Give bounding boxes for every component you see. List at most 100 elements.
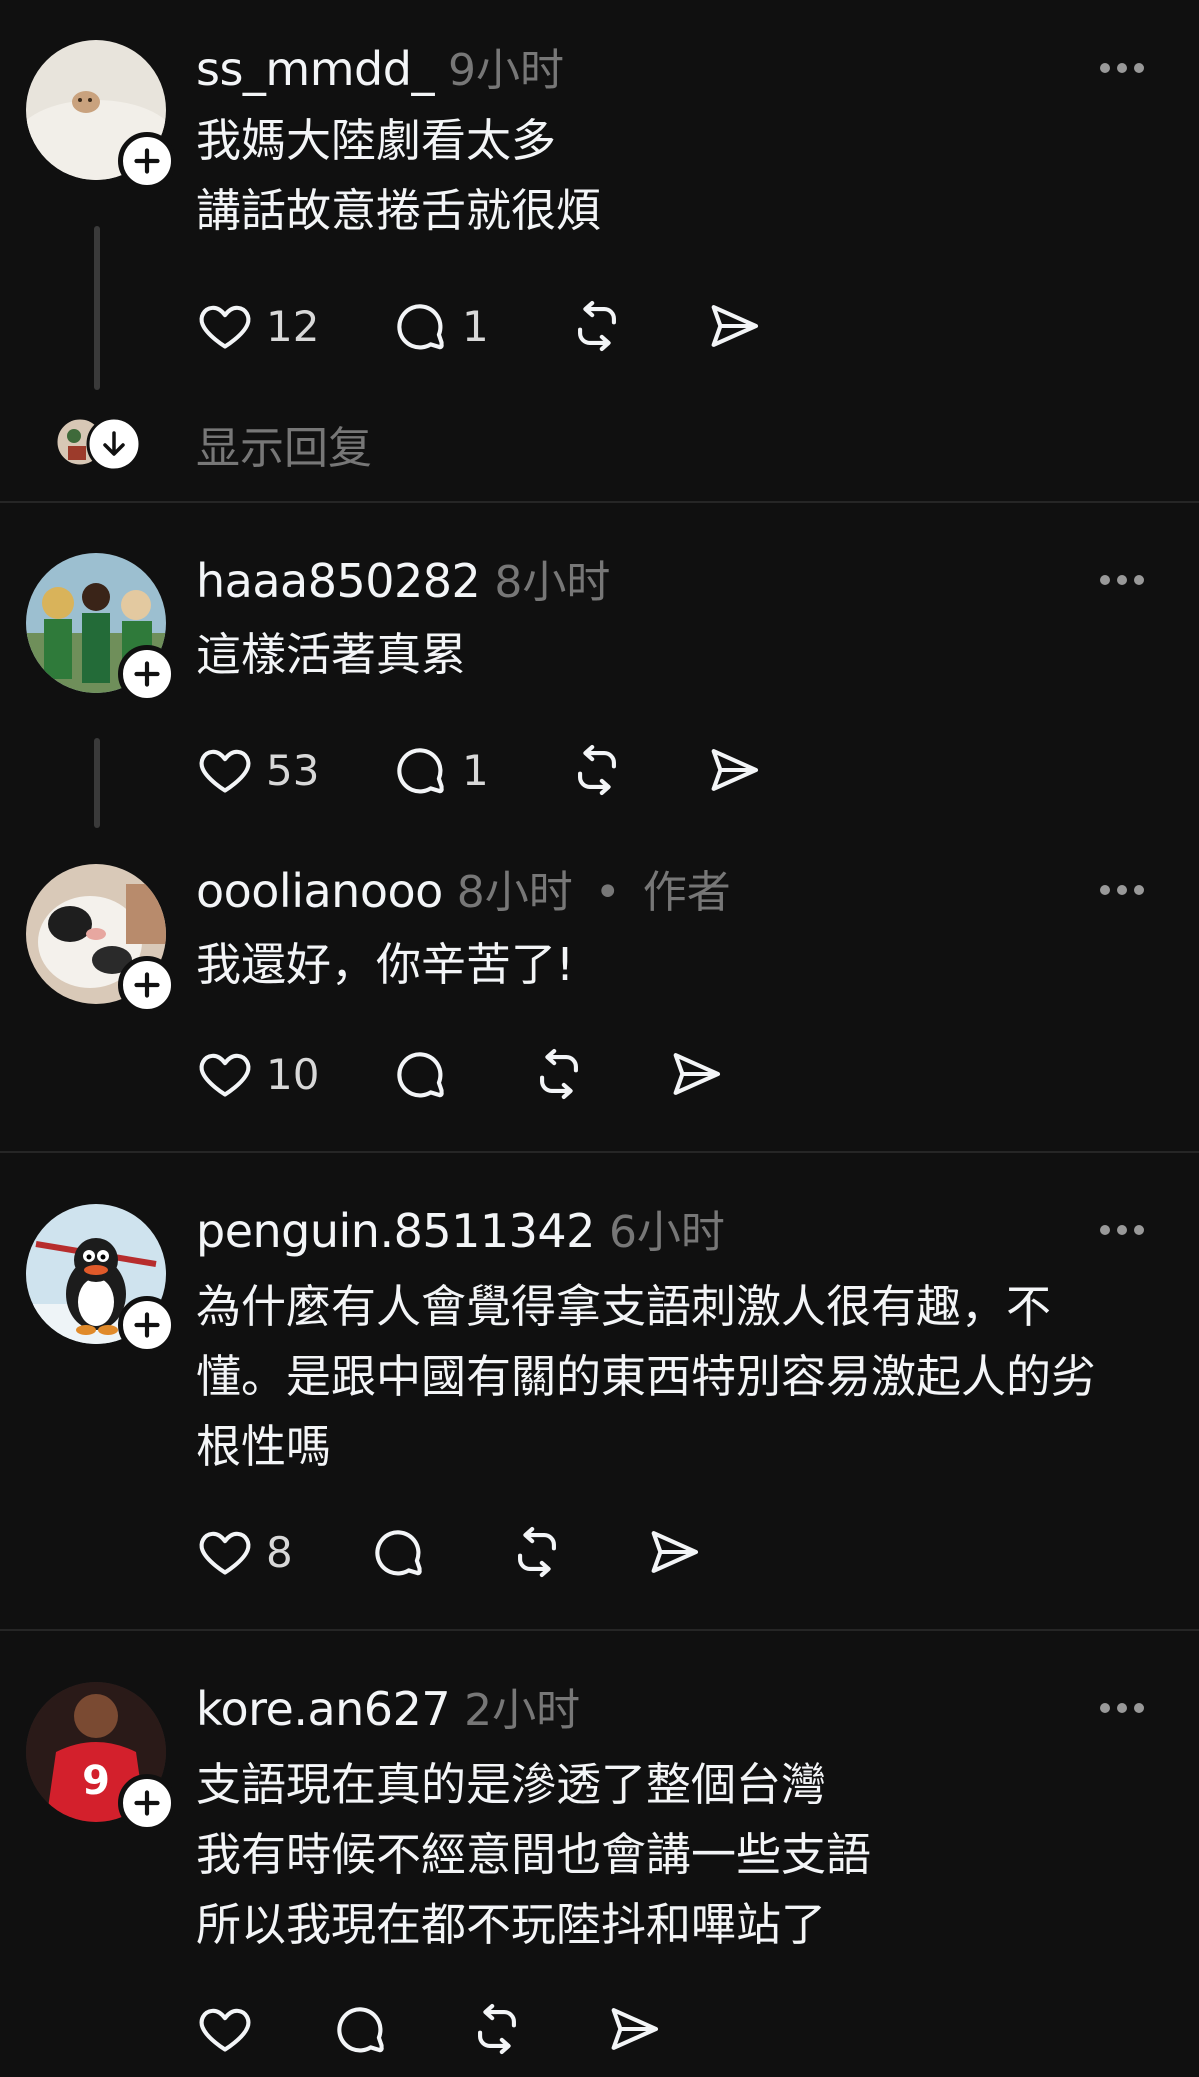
more-icon[interactable]: [1100, 62, 1144, 74]
like-button[interactable]: 53: [196, 740, 319, 800]
post-text-line: 這樣活著真累: [196, 628, 467, 681]
reply-button[interactable]: [392, 1044, 450, 1104]
avatar[interactable]: [26, 864, 176, 1014]
username[interactable]: kore.an627: [196, 1682, 451, 1736]
timestamp: 8小时: [456, 867, 573, 918]
post-text-line: 根性嗎: [196, 1420, 332, 1473]
avatar[interactable]: [26, 40, 176, 190]
follow-plus-icon[interactable]: [118, 132, 176, 190]
reply-button[interactable]: [370, 1522, 428, 1582]
author-badge: 作者: [642, 867, 731, 918]
like-count: 12: [266, 301, 320, 351]
repost-icon: [468, 2000, 526, 2058]
avatar[interactable]: [26, 553, 176, 703]
more-icon[interactable]: [1100, 574, 1144, 586]
thread-line: [94, 738, 100, 828]
follow-plus-icon[interactable]: [118, 1774, 176, 1832]
post-text-line: 講話故意捲舌就很煩: [196, 184, 602, 237]
like-button[interactable]: [196, 1999, 254, 2059]
repost-icon: [508, 1523, 566, 1581]
post-text-line: 所以我現在都不玩陸抖和嗶站了: [196, 1898, 827, 1951]
avatar[interactable]: 9: [26, 1682, 176, 1832]
like-count: 10: [266, 1049, 320, 1099]
reply-button[interactable]: 1: [392, 296, 489, 356]
like-count: 53: [266, 745, 320, 795]
username[interactable]: haaa850282: [196, 554, 481, 608]
more-icon[interactable]: [1100, 884, 1144, 896]
like-button[interactable]: 8: [196, 1522, 293, 1582]
post-text-line: 我還好，你辛苦了!: [196, 938, 575, 991]
divider: [0, 1151, 1199, 1153]
avatar[interactable]: [26, 1204, 176, 1354]
comment-icon: [392, 1045, 450, 1103]
heart-icon: [196, 297, 254, 355]
follow-plus-icon[interactable]: [118, 1296, 176, 1354]
post-header: kore.an627 2小时: [196, 1674, 580, 1736]
post-text-line: 懂。是跟中國有關的東西特別容易激起人的劣: [196, 1350, 1097, 1403]
follow-plus-icon[interactable]: [118, 956, 176, 1014]
like-button[interactable]: 12: [196, 296, 319, 356]
post-text: 這樣活著真累: [196, 620, 1166, 690]
post-text: 我還好，你辛苦了!: [196, 930, 1166, 1000]
timestamp: 2小时: [464, 1685, 581, 1736]
repost-icon: [568, 297, 626, 355]
post-text: 為什麼有人會覺得拿支語刺激人很有趣，不 懂。是跟中國有關的東西特別容易激起人的劣…: [196, 1272, 1166, 1482]
post-text-line: 為什麼有人會覺得拿支語刺激人很有趣，不: [196, 1280, 1052, 1333]
username[interactable]: ss_mmdd_: [196, 42, 434, 96]
repost-button[interactable]: [530, 1044, 588, 1104]
post-header: haaa850282 8小时: [196, 546, 610, 608]
heart-icon: [196, 1523, 254, 1581]
repost-icon: [568, 741, 626, 799]
heart-icon: [196, 1045, 254, 1103]
timestamp: 8小时: [494, 557, 611, 608]
username[interactable]: ooolianooo: [196, 864, 443, 918]
repost-button[interactable]: [508, 1522, 566, 1582]
share-icon: [644, 1523, 702, 1581]
thread-line: [94, 226, 100, 390]
repost-button[interactable]: [568, 740, 626, 800]
share-button[interactable]: [704, 740, 762, 800]
share-button[interactable]: [666, 1044, 724, 1104]
post-header: penguin.8511342 6小时: [196, 1196, 725, 1258]
repost-button[interactable]: [568, 296, 626, 356]
timestamp: 9小时: [447, 45, 564, 96]
divider: [0, 1629, 1199, 1631]
reply-avatars[interactable]: [54, 416, 154, 478]
post-header: ss_mmdd_ 9小时: [196, 34, 564, 96]
jersey-number: 9: [82, 1758, 110, 1804]
share-icon: [704, 741, 762, 799]
post-text: 支語現在真的是滲透了整個台灣 我有時候不經意間也會講一些支語 所以我現在都不玩陸…: [196, 1750, 1166, 1960]
share-button[interactable]: [644, 1522, 702, 1582]
separator-dot: •: [594, 867, 621, 918]
share-button[interactable]: [704, 296, 762, 356]
heart-icon: [196, 2000, 254, 2058]
share-button[interactable]: [604, 1999, 662, 2059]
follow-plus-icon[interactable]: [118, 645, 176, 703]
share-icon: [604, 2000, 662, 2058]
comment-icon: [392, 741, 450, 799]
repost-button[interactable]: [468, 1999, 526, 2059]
reply-count: 1: [462, 745, 489, 795]
post-text: 我媽大陸劇看太多 講話故意捲舌就很煩: [196, 106, 1166, 246]
comment-icon: [392, 297, 450, 355]
reply-count: 1: [462, 301, 489, 351]
timestamp: 6小时: [608, 1207, 725, 1258]
share-icon: [666, 1045, 724, 1103]
post-text-line: 我媽大陸劇看太多: [196, 114, 557, 167]
like-button[interactable]: 10: [196, 1044, 319, 1104]
comment-icon: [332, 2000, 390, 2058]
post-text-line: 支語現在真的是滲透了整個台灣: [196, 1758, 827, 1811]
show-replies-link[interactable]: 显示回复: [196, 412, 372, 476]
like-count: 8: [266, 1527, 293, 1577]
username[interactable]: penguin.8511342: [196, 1204, 595, 1258]
reply-button[interactable]: 1: [392, 740, 489, 800]
post-text-line: 我有時候不經意間也會講一些支語: [196, 1828, 872, 1881]
comment-icon: [370, 1523, 428, 1581]
divider: [0, 501, 1199, 503]
post-header: ooolianooo 8小时 • 作者: [196, 856, 731, 918]
repost-icon: [530, 1045, 588, 1103]
more-icon[interactable]: [1100, 1702, 1144, 1714]
more-icon[interactable]: [1100, 1224, 1144, 1236]
reply-button[interactable]: [332, 1999, 390, 2059]
heart-icon: [196, 741, 254, 799]
